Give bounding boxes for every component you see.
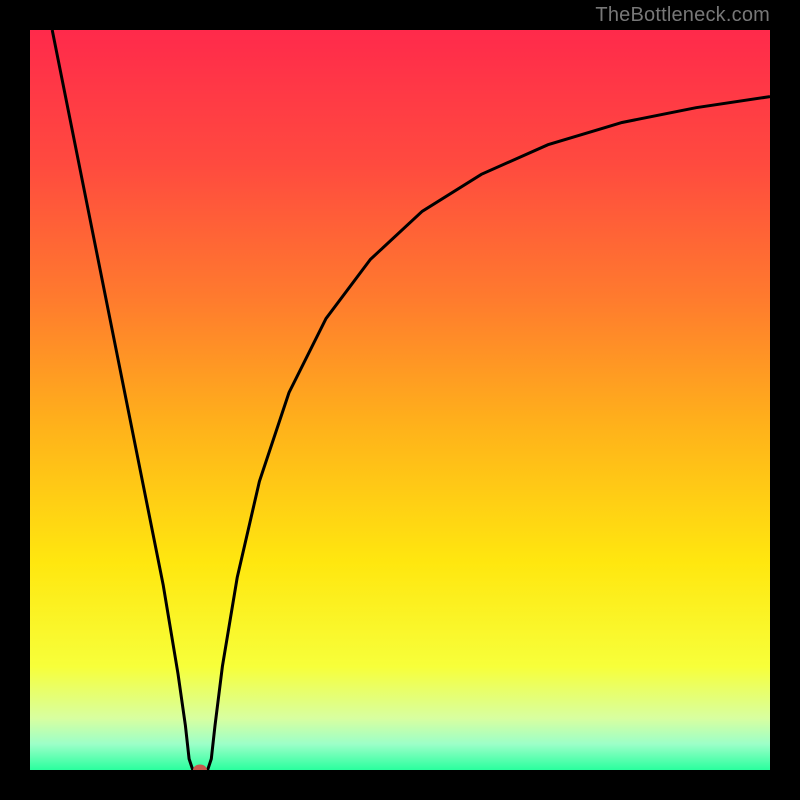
plot-area [30, 30, 770, 770]
optimum-marker [193, 765, 207, 771]
curve-layer [30, 30, 770, 770]
bottleneck-curve [52, 30, 770, 770]
watermark-text: TheBottleneck.com [595, 4, 770, 27]
chart-frame: TheBottleneck.com [0, 0, 800, 800]
